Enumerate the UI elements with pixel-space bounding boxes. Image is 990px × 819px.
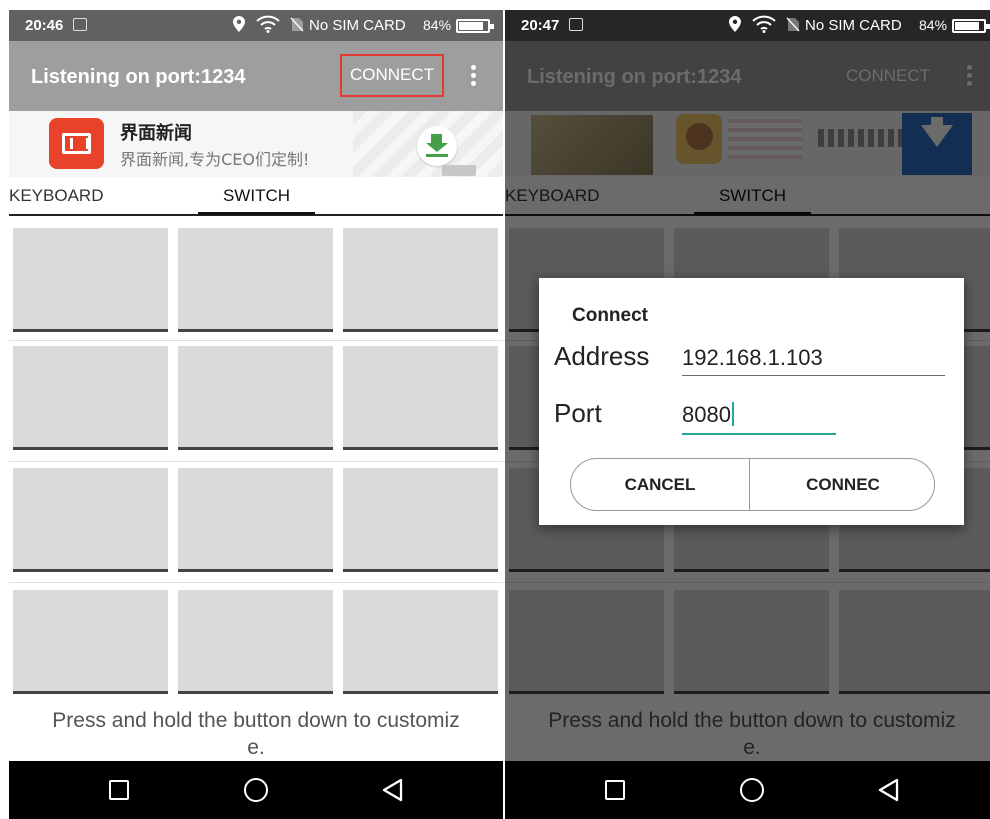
tab-switch[interactable]: SWITCH (198, 177, 315, 215)
screenshot-icon (73, 18, 87, 31)
connect-button[interactable]: CONNECT (340, 54, 444, 97)
sim-status: No SIM CARD (309, 17, 406, 34)
app-bar: Listening on port:1234 CONNECT (9, 41, 503, 111)
cancel-button[interactable]: CANCEL (571, 459, 750, 510)
app-title: Listening on port:1234 (31, 66, 246, 88)
phone-screen-after: 20:47 No SIM CARD 84% Listening on port:… (505, 10, 990, 819)
switch-button[interactable] (13, 346, 168, 450)
nav-bar (9, 761, 503, 819)
back-icon[interactable] (379, 775, 409, 805)
status-bar: 20:47 No SIM CARD 84% (505, 10, 990, 41)
battery-fill (955, 22, 979, 30)
home-icon[interactable] (738, 775, 768, 805)
port-field[interactable]: 8080 (682, 402, 836, 435)
connect-dialog: Connect Address 192.168.1.103 Port 8080 … (539, 278, 964, 525)
battery-percent: 84% (423, 17, 452, 33)
switch-button[interactable] (13, 468, 168, 572)
ad-app-logo (49, 118, 104, 169)
switch-button[interactable] (13, 228, 168, 332)
status-time: 20:47 (521, 17, 560, 34)
recents-icon[interactable] (105, 775, 135, 805)
switch-button[interactable] (178, 228, 333, 332)
switch-button[interactable] (178, 590, 333, 694)
ad-subtitle: 界面新闻,专为CEO们定制! (120, 150, 310, 169)
location-icon (233, 16, 245, 32)
switch-button[interactable] (13, 590, 168, 694)
phone-screen-before: 20:46 No SIM CARD 84% Listening on port:… (9, 10, 503, 819)
dialog-buttons: CANCEL CONNEC (570, 458, 935, 511)
overflow-menu-icon[interactable] (469, 65, 477, 89)
address-value: 192.168.1.103 (682, 345, 823, 370)
wifi-icon (256, 15, 280, 33)
back-icon[interactable] (875, 775, 905, 805)
switch-button[interactable] (343, 346, 498, 450)
switch-button[interactable] (343, 228, 498, 332)
dialog-connect-button[interactable]: CONNEC (751, 459, 934, 510)
switch-grid (9, 216, 503, 706)
status-time: 20:46 (25, 17, 64, 34)
battery-icon (456, 19, 494, 33)
ad-title: 界面新闻 (120, 123, 192, 144)
text-cursor (731, 402, 734, 426)
port-value: 8080 (682, 402, 731, 427)
screenshot-icon (569, 18, 583, 31)
sim-status: No SIM CARD (805, 17, 902, 34)
battery-icon (952, 19, 990, 33)
address-field[interactable]: 192.168.1.103 (682, 345, 945, 376)
tab-keyboard[interactable]: KEYBOARD (9, 177, 139, 214)
home-icon[interactable] (242, 775, 272, 805)
switch-button[interactable] (343, 468, 498, 572)
nav-bar (505, 761, 990, 819)
battery-fill (459, 22, 483, 30)
no-sim-icon (786, 17, 800, 32)
location-icon (729, 16, 741, 32)
tab-bar: KEYBOARD SWITCH (9, 177, 503, 216)
address-label: Address (554, 341, 650, 371)
port-label: Port (554, 398, 602, 428)
status-bar: 20:46 No SIM CARD 84% (9, 10, 503, 41)
customize-hint: Press and hold the button down to custom… (52, 709, 460, 759)
switch-button[interactable] (178, 346, 333, 450)
ad-badge (442, 165, 476, 176)
no-sim-icon (290, 17, 304, 32)
dialog-title: Connect (572, 305, 648, 326)
wifi-icon (752, 15, 776, 33)
switch-button[interactable] (343, 590, 498, 694)
ad-banner[interactable]: 界面新闻 界面新闻,专为CEO们定制! (9, 111, 503, 177)
download-icon[interactable] (417, 126, 457, 166)
recents-icon[interactable] (601, 775, 631, 805)
battery-percent: 84% (919, 17, 948, 33)
switch-button[interactable] (178, 468, 333, 572)
